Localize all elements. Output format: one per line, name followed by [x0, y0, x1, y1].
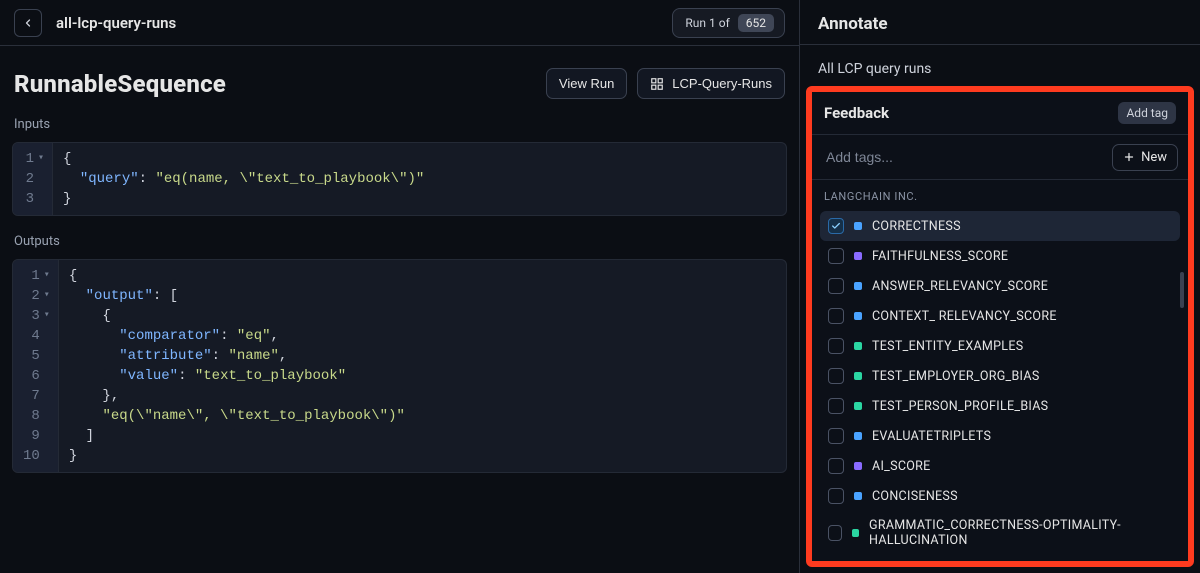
view-run-button[interactable]: View Run — [546, 68, 627, 99]
tag-item[interactable]: TEST_EMPLOYER_ORG_BIAS — [820, 361, 1180, 391]
tag-color-dot — [854, 492, 862, 500]
tag-name-label: AI_SCORE — [872, 459, 931, 474]
new-tag-label: New — [1141, 150, 1167, 165]
dataset-button[interactable]: LCP-Query-Runs — [637, 68, 785, 99]
outputs-source: { "output": [ { "comparator": "eq", "att… — [59, 260, 786, 472]
plus-icon — [1123, 151, 1135, 163]
tag-checkbox[interactable] — [828, 428, 844, 444]
tag-name-label: TEST_ENTITY_EXAMPLES — [872, 339, 1023, 354]
feedback-panel-highlight: Feedback Add tag New LANGCHAIN INC. CORR… — [806, 86, 1194, 567]
tag-item[interactable]: TEST_ENTITY_EXAMPLES — [820, 331, 1180, 361]
tag-color-dot — [854, 282, 862, 290]
tag-name-label: EVALUATETRIPLETS — [872, 429, 991, 444]
tag-color-dot — [854, 462, 862, 470]
tag-item[interactable]: FAITHFULNESS_SCORE — [820, 241, 1180, 271]
tag-color-dot — [854, 372, 862, 380]
outputs-section-label: Outputs — [0, 234, 799, 259]
tag-item[interactable]: EVALUATETRIPLETS — [820, 421, 1180, 451]
inputs-code-block[interactable]: 1▾2 3 { "query": "eq(name, \"text_to_pla… — [12, 142, 787, 216]
back-button[interactable] — [14, 9, 42, 37]
tag-color-dot — [854, 432, 862, 440]
tag-checkbox[interactable] — [828, 488, 844, 504]
feedback-title: Feedback — [824, 104, 889, 122]
tag-checkbox[interactable] — [828, 525, 842, 541]
scrollbar-thumb[interactable] — [1180, 272, 1184, 308]
tag-name-label: TEST_PERSON_PROFILE_BIAS — [872, 399, 1048, 414]
breadcrumb: all-lcp-query-runs — [56, 14, 176, 32]
tag-checkbox[interactable] — [828, 458, 844, 474]
tag-checkbox[interactable] — [828, 248, 844, 264]
tag-item[interactable]: CONCISENESS — [820, 481, 1180, 511]
tag-checkbox[interactable] — [828, 308, 844, 324]
line-number: 5 — [23, 346, 50, 366]
run-count-badge: 652 — [738, 14, 774, 32]
outputs-code-block[interactable]: 1▾2▾3▾4 5 6 7 8 9 10 { "output": [ { "co… — [12, 259, 787, 473]
tag-name-label: CORRECTNESS — [872, 219, 961, 234]
check-icon — [831, 221, 841, 231]
line-number: 1▾ — [23, 266, 50, 286]
line-number: 8 — [23, 406, 50, 426]
tag-color-dot — [852, 529, 859, 537]
tag-checkbox[interactable] — [828, 368, 844, 384]
line-number: 6 — [23, 366, 50, 386]
page-title: RunnableSequence — [14, 70, 226, 98]
view-run-label: View Run — [559, 76, 614, 91]
tag-checkbox[interactable] — [828, 278, 844, 294]
line-number: 1▾ — [23, 149, 44, 169]
annotate-subtitle: All LCP query runs — [800, 45, 1200, 87]
run-position-label: Run 1 of — [685, 16, 729, 30]
dataset-button-label: LCP-Query-Runs — [672, 76, 772, 91]
tag-item[interactable]: ANSWER_RELEVANCY_SCORE — [820, 271, 1180, 301]
tag-item[interactable]: AI_SCORE — [820, 451, 1180, 481]
tag-name-label: CONCISENESS — [872, 489, 958, 504]
annotate-heading: Annotate — [800, 0, 1200, 45]
tag-name-label: CONTEXT_ RELEVANCY_SCORE — [872, 309, 1057, 324]
tag-item[interactable]: CONTEXT_ RELEVANCY_SCORE — [820, 301, 1180, 331]
chevron-left-icon — [22, 17, 34, 29]
tag-name-label: ANSWER_RELEVANCY_SCORE — [872, 279, 1048, 294]
inputs-source: { "query": "eq(name, \"text_to_playbook\… — [53, 143, 786, 215]
new-tag-button[interactable]: New — [1112, 144, 1178, 171]
tag-color-dot — [854, 252, 862, 260]
inputs-section-label: Inputs — [0, 117, 799, 142]
tag-name-label: FAITHFULNESS_SCORE — [872, 249, 1008, 264]
tag-group-label: LANGCHAIN INC. — [812, 180, 1188, 209]
tag-checkbox[interactable] — [828, 218, 844, 234]
tag-item[interactable]: GRAMMATIC_CORRECTNESS-OPTIMALITY-HALLUCI… — [820, 511, 1180, 555]
tag-color-dot — [854, 312, 862, 320]
tag-name-label: TEST_EMPLOYER_ORG_BIAS — [872, 369, 1040, 384]
tag-item[interactable]: MANUAL — [820, 555, 1180, 561]
tag-color-dot — [854, 402, 862, 410]
tag-checkbox[interactable] — [828, 398, 844, 414]
line-number: 2▾ — [23, 286, 50, 306]
grid-icon — [650, 77, 664, 91]
line-number: 3▾ — [23, 306, 50, 326]
tag-item[interactable]: CORRECTNESS — [820, 211, 1180, 241]
tag-color-dot — [854, 222, 862, 230]
tag-name-label: GRAMMATIC_CORRECTNESS-OPTIMALITY-HALLUCI… — [869, 518, 1172, 548]
add-tag-chip[interactable]: Add tag — [1118, 102, 1176, 124]
line-number: 10 — [23, 446, 50, 466]
line-number: 4 — [23, 326, 50, 346]
line-number: 3 — [23, 189, 44, 209]
tag-list[interactable]: CORRECTNESS FAITHFULNESS_SCORE ANSWER_RELE… — [812, 209, 1188, 561]
tag-search-input[interactable] — [822, 143, 1102, 171]
tag-color-dot — [854, 342, 862, 350]
line-number: 7 — [23, 386, 50, 406]
run-position-chip[interactable]: Run 1 of 652 — [672, 8, 785, 38]
line-number: 2 — [23, 169, 44, 189]
tag-checkbox[interactable] — [828, 338, 844, 354]
tag-item[interactable]: TEST_PERSON_PROFILE_BIAS — [820, 391, 1180, 421]
line-number: 9 — [23, 426, 50, 446]
